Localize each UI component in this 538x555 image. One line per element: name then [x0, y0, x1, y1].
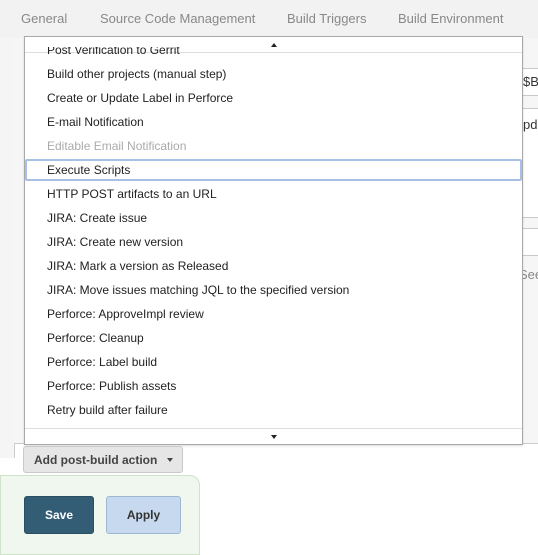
menu-item[interactable]: Execute Scripts: [25, 159, 522, 181]
tab-source-code-management[interactable]: Source Code Management: [100, 11, 255, 26]
config-tab-bar: General Source Code Management Build Tri…: [0, 0, 538, 39]
tab-build-environment[interactable]: Build Environment: [398, 11, 504, 26]
triangle-up-icon: [270, 42, 277, 47]
post-build-action-dropdown[interactable]: Post Verification to Gerrit Build other p…: [24, 36, 523, 445]
add-post-build-action-button[interactable]: Add post-build action: [23, 446, 183, 473]
menu-item[interactable]: Perforce: Cleanup: [25, 327, 522, 349]
left-gutter: [0, 38, 15, 458]
menu-item[interactable]: Create or Update Label in Perforce: [25, 87, 522, 109]
menu-item: Editable Email Notification: [47, 139, 187, 153]
menu-item[interactable]: JIRA: Create new version: [25, 231, 522, 253]
add-post-build-action-label: Add post-build action: [34, 452, 158, 467]
menu-item[interactable]: JIRA: Mark a version as Released: [25, 255, 522, 277]
menu-item[interactable]: Retry build after failure: [25, 399, 522, 421]
apply-button[interactable]: Apply: [106, 496, 181, 534]
scroll-down-button[interactable]: [25, 428, 522, 444]
menu-item[interactable]: E-mail Notification: [25, 111, 522, 133]
save-button[interactable]: Save: [24, 496, 94, 534]
post-build-action-list: Post Verification to Gerrit Build other p…: [25, 47, 522, 429]
background-field-fragment: $B: [523, 74, 538, 89]
caret-down-icon: [167, 457, 174, 462]
menu-item[interactable]: Perforce: Publish assets: [25, 375, 522, 397]
background-text-field-2[interactable]: [521, 228, 538, 256]
menu-item[interactable]: HTTP POST artifacts to an URL: [25, 183, 522, 205]
triangle-down-icon: [270, 434, 277, 439]
tab-build-triggers[interactable]: Build Triggers: [287, 11, 366, 26]
menu-item[interactable]: Post Verification to Gerrit: [25, 47, 522, 61]
menu-item[interactable]: Perforce: Label build: [25, 351, 522, 373]
menu-item[interactable]: JIRA: Move issues matching JQL to the sp…: [25, 279, 522, 301]
tab-general[interactable]: General: [21, 11, 67, 26]
menu-item[interactable]: Perforce: ApproveImpl review: [25, 303, 522, 325]
background-textarea-fragment: pd: [523, 117, 538, 132]
menu-item[interactable]: JIRA: Create issue: [25, 207, 522, 229]
menu-item[interactable]: Build other projects (manual step): [25, 63, 522, 85]
